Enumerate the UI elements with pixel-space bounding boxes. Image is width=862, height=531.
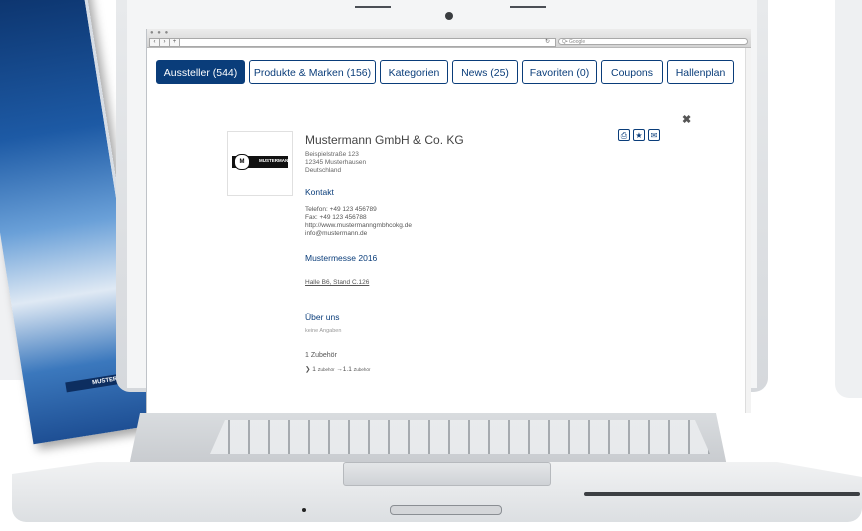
bezel-mark-left [355,6,391,8]
bezel-mark-right [510,6,546,8]
about-heading: Über uns [305,312,340,322]
tab-coupons[interactable]: Coupons [601,60,663,84]
chevron-right-icon[interactable]: ❯ [305,366,310,373]
contact-fax: Fax: +49 123 456788 [305,214,367,221]
accessory-2-number: 1.1 [342,366,352,373]
sleep-indicator-icon [302,508,306,512]
exhibitor-logo: MUSTERMANN M [227,131,293,196]
address-city: 12345 Musterhausen [305,159,367,166]
print-icon[interactable]: ⎙ [618,129,630,141]
accessory-1-number: 1 [312,366,316,373]
address-country: Deutschland [305,167,342,174]
disc-slot [584,492,860,496]
tab-hallenplan[interactable]: Hallenplan [667,60,734,84]
company-name: Mustermann GmbH & Co. KG [305,133,464,147]
contact-heading: Kontakt [305,187,334,197]
search-input[interactable]: Q• Google [558,38,748,45]
camera-icon [445,12,453,20]
contact-email[interactable]: info@mustermann.de [305,230,367,237]
background-card-right [835,0,862,398]
logo-text: MUSTERMANN [259,158,292,163]
address-street: Beispielstraße 123 [305,151,359,158]
about-text: keine Angaben [305,328,342,334]
tab-kategorien[interactable]: Kategorien [380,60,448,84]
accessories-path: ❯ 1 Zubehör →1.1 Zubehör [305,365,370,373]
logo-mark-icon: M [234,154,250,170]
accessory-1-label: Zubehör [317,367,335,372]
scrollbar[interactable] [745,48,751,413]
reload-icon[interactable]: ↻ [545,38,550,45]
keyboard [210,420,710,454]
trackpad [343,462,551,486]
tab-aussteller[interactable]: Aussteller (544) [156,60,245,84]
tab-news[interactable]: News (25) [452,60,518,84]
stand-link[interactable]: Halle B6, Stand C.126 [305,279,369,286]
close-icon[interactable]: ✖ [682,113,691,126]
contact-website[interactable]: http://www.mustermanngmbhcokg.de [305,222,412,229]
accessories-heading: 1 Zubehör [305,352,337,359]
accessory-2-label: Zubehör [353,367,371,372]
tab-favoriten[interactable]: Favoriten (0) [522,60,597,84]
contact-phone: Telefon: +49 123 456789 [305,206,377,213]
browser-screen: ● ● ● ‹ › + ↻ Q• Google Aussteller (544)… [146,29,751,413]
window-controls-icon[interactable]: ● ● ● [150,30,169,36]
lid-latch [390,505,502,515]
fair-heading: Mustermesse 2016 [305,253,378,263]
url-bar[interactable] [179,38,556,47]
mail-icon[interactable]: ✉ [648,129,660,141]
star-icon[interactable]: ★ [633,129,645,141]
browser-toolbar: ● ● ● ‹ › + ↻ Q• Google [147,29,751,48]
tab-produkte-marken[interactable]: Produkte & Marken (156) [249,60,376,84]
